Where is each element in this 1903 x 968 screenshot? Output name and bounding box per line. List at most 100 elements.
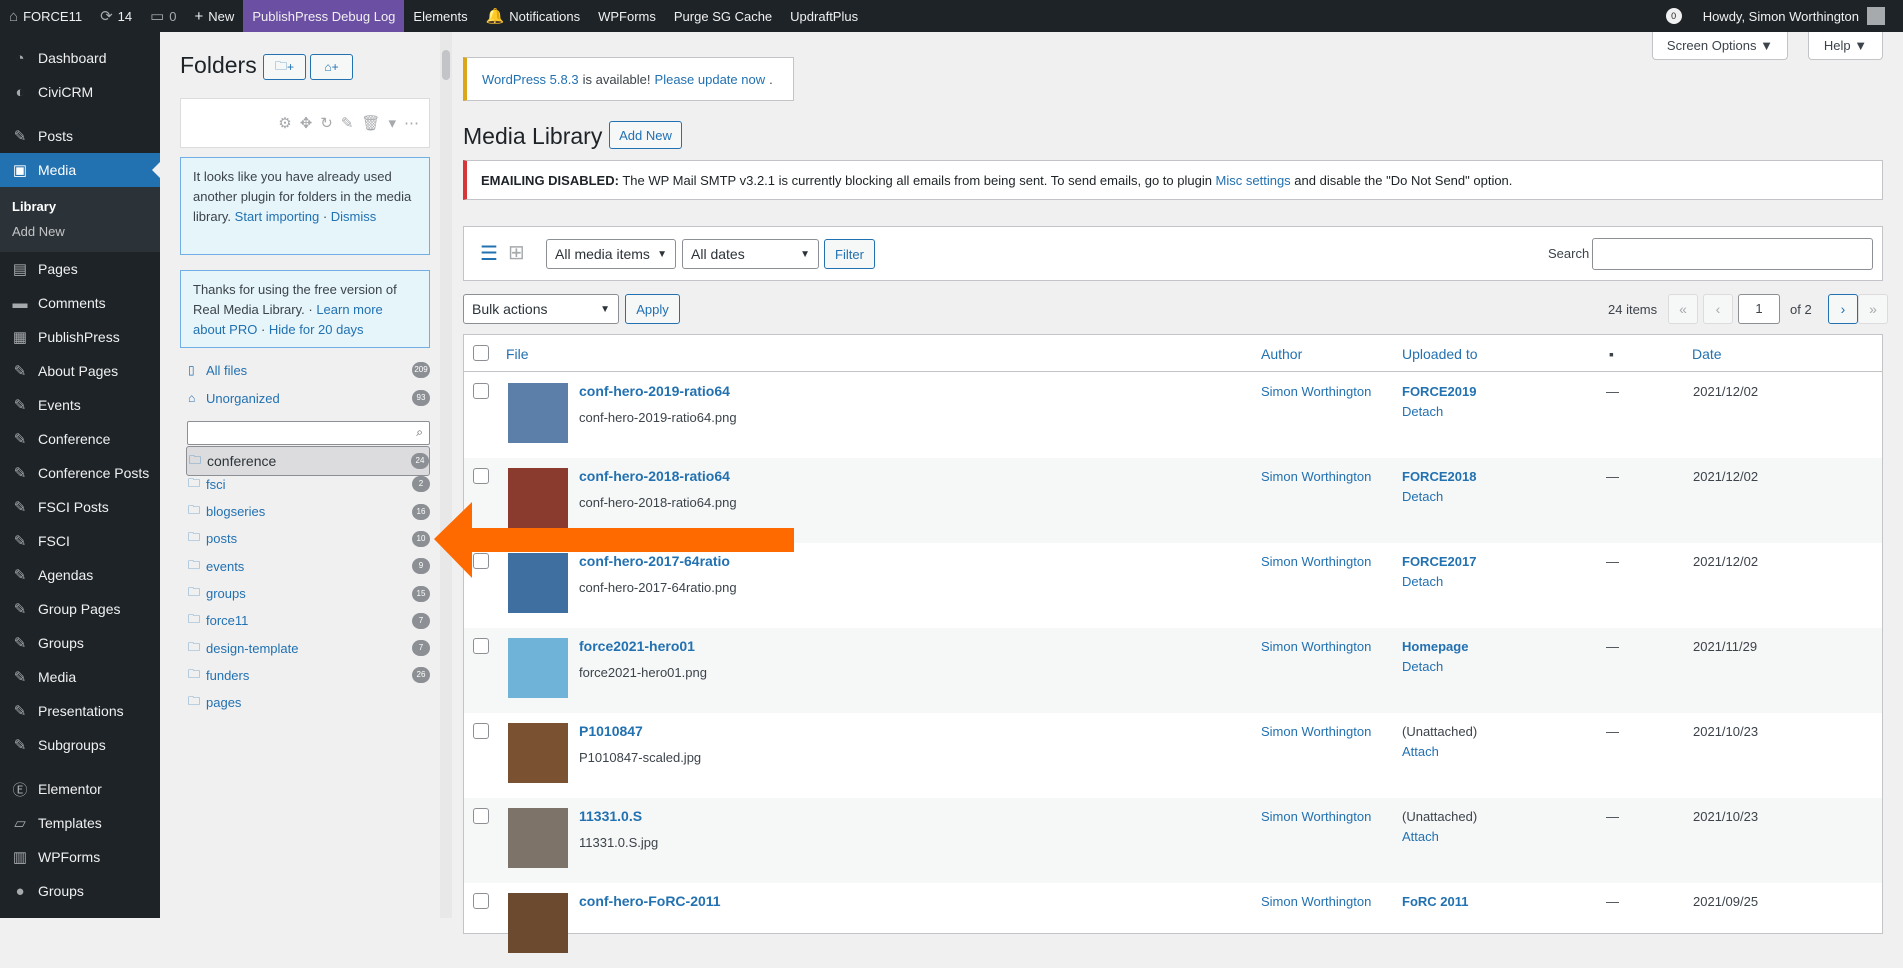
menu-group-pages[interactable]: ✎ Group Pages (0, 592, 160, 626)
dismiss-link[interactable]: Dismiss (331, 209, 377, 224)
menu-presentations[interactable]: ✎ Presentations (0, 694, 160, 728)
hide-20-days-link[interactable]: Hide for 20 days (269, 322, 364, 337)
wordpress-version-link[interactable]: WordPress 5.8.3 (482, 72, 579, 87)
select-all-checkbox[interactable] (473, 345, 489, 361)
edit-icon[interactable]: ✎ (341, 114, 354, 132)
thumbnail[interactable] (508, 893, 568, 953)
attach-detach-link[interactable]: Detach (1402, 404, 1443, 419)
my-account-link[interactable]: Howdy, Simon Worthington (1694, 0, 1903, 32)
file-title-link[interactable]: 11331.0.S (579, 808, 642, 824)
more-icon[interactable]: ⋯ (404, 114, 419, 132)
author-link[interactable]: Simon Worthington (1261, 894, 1371, 909)
settings-icon[interactable]: ⚙ (278, 114, 291, 132)
file-title-link[interactable]: force2021-hero01 (579, 638, 695, 654)
menu-about-pages[interactable]: ✎ About Pages (0, 354, 160, 388)
screen-options-button[interactable]: Screen Options ▼ (1651, 32, 1788, 60)
folder-item-blogseries[interactable]: 🗀 blogseries 16 (188, 501, 430, 523)
unorganized-item[interactable]: ⌂ Unorganized 93 (188, 387, 430, 409)
row-checkbox[interactable] (473, 468, 489, 484)
menu-posts[interactable]: ✎ Posts (0, 119, 160, 153)
menu-conference-posts[interactable]: ✎ Conference Posts (0, 456, 160, 490)
folder-item-fsci[interactable]: 🗀 fsci 2 (188, 473, 430, 495)
help-button[interactable]: Help ▼ (1808, 32, 1883, 60)
author-link[interactable]: Simon Worthington (1261, 384, 1371, 399)
thumbnail[interactable] (508, 808, 568, 868)
menu-fsci[interactable]: ✎ FSCI (0, 524, 160, 558)
misc-settings-link[interactable]: Misc settings (1216, 173, 1291, 188)
menu-groups-2[interactable]: ● Groups (0, 874, 160, 908)
wpforms-link[interactable]: WPForms (589, 0, 665, 32)
new-collection-button[interactable]: ⌂ + (310, 54, 353, 80)
updraftplus-link[interactable]: UpdraftPlus (781, 0, 867, 32)
folder-search-input[interactable]: ⌕ (187, 421, 430, 445)
next-page-button[interactable]: › (1828, 294, 1858, 324)
bulk-actions-select[interactable]: Bulk actions ▼ (463, 294, 619, 324)
all-files-item[interactable]: ▯ All files 209 (188, 359, 430, 381)
folder-item-force11[interactable]: 🗀 force11 7 (188, 610, 430, 632)
start-importing-link[interactable]: Start importing (235, 209, 320, 224)
thumbnail[interactable] (508, 383, 568, 443)
row-checkbox[interactable] (473, 893, 489, 909)
menu-civicrm[interactable]: ◐ CiviCRM (0, 75, 160, 109)
folder-item-groups[interactable]: 🗀 groups 15 (188, 583, 430, 605)
menu-agendas[interactable]: ✎ Agendas (0, 558, 160, 592)
folder-item-conference[interactable]: 🗀 conference 24 (186, 446, 430, 476)
menu-wpforms[interactable]: ▥ WPForms (0, 840, 160, 874)
author-link[interactable]: Simon Worthington (1261, 554, 1371, 569)
add-new-button[interactable]: Add New (609, 121, 682, 149)
col-uploaded-to[interactable]: Uploaded to (1402, 346, 1478, 362)
comment-icon[interactable]: ▪ (1609, 346, 1614, 362)
folder-item-funders[interactable]: 🗀 funders 26 (188, 664, 430, 686)
menu-comments[interactable]: ▬ Comments (0, 286, 160, 320)
elements-link[interactable]: Elements (404, 0, 476, 32)
author-link[interactable]: Simon Worthington (1261, 809, 1371, 824)
menu-dashboard[interactable]: ◔ Dashboard (0, 41, 160, 75)
uploaded-to[interactable]: FORCE2018 (1402, 469, 1476, 484)
move-icon[interactable]: ✥ (300, 114, 313, 132)
file-title-link[interactable]: conf-hero-2019-ratio64 (579, 383, 730, 399)
attach-detach-link[interactable]: Detach (1402, 489, 1443, 504)
filter-button[interactable]: Filter (824, 239, 875, 269)
attach-detach-link[interactable]: Detach (1402, 574, 1443, 589)
menu-groups[interactable]: ✎ Groups (0, 626, 160, 660)
notifications-link[interactable]: 🔔 Notifications (477, 0, 590, 32)
attach-detach-link[interactable]: Attach (1402, 744, 1439, 759)
submenu-library[interactable]: Library (0, 194, 160, 219)
update-now-link[interactable]: Please update now (655, 72, 766, 87)
menu-events[interactable]: ✎ Events (0, 388, 160, 422)
row-checkbox[interactable] (473, 808, 489, 824)
panel-resizer[interactable] (440, 32, 452, 918)
folder-item-events[interactable]: 🗀 events 9 (188, 555, 430, 577)
site-name-link[interactable]: ⌂ FORCE11 (0, 0, 91, 32)
notification-count-badge[interactable]: 0 (1665, 8, 1682, 24)
first-page-button[interactable]: « (1668, 294, 1698, 324)
apply-button[interactable]: Apply (625, 294, 680, 324)
purge-cache-link[interactable]: Purge SG Cache (665, 0, 781, 32)
file-title-link[interactable]: P1010847 (579, 723, 643, 739)
new-folder-button[interactable]: 🗀 + (263, 54, 306, 80)
menu-pages[interactable]: ▤ Pages (0, 252, 160, 286)
attach-detach-link[interactable]: Attach (1402, 829, 1439, 844)
debug-log-link[interactable]: PublishPress Debug Log (243, 0, 405, 32)
row-checkbox[interactable] (473, 638, 489, 654)
uploaded-to[interactable]: FORCE2017 (1402, 554, 1476, 569)
folder-item-posts[interactable]: 🗀 posts 10 (188, 528, 430, 550)
thumbnail[interactable] (508, 638, 568, 698)
col-file[interactable]: File (506, 346, 529, 362)
menu-media[interactable]: ▣ Media (0, 153, 160, 187)
menu-fsci-posts[interactable]: ✎ FSCI Posts (0, 490, 160, 524)
menu-publishpress[interactable]: ▦ PublishPress (0, 320, 160, 354)
trash-icon[interactable]: 🗑 (361, 114, 380, 132)
menu-conference[interactable]: ✎ Conference (0, 422, 160, 456)
list-view-icon[interactable]: ☰ (480, 241, 498, 266)
row-checkbox[interactable] (473, 723, 489, 739)
date-select[interactable]: All dates ▼ (682, 239, 819, 269)
menu-subgroups[interactable]: ✎ Subgroups (0, 728, 160, 762)
menu-media-cpt[interactable]: ✎ Media (0, 660, 160, 694)
author-link[interactable]: Simon Worthington (1261, 724, 1371, 739)
submenu-add-new[interactable]: Add New (0, 219, 160, 244)
col-date[interactable]: Date (1692, 346, 1722, 362)
attach-detach-link[interactable]: Detach (1402, 659, 1443, 674)
new-content-link[interactable]: + New (186, 0, 244, 32)
refresh-icon[interactable]: ↻ (320, 114, 333, 132)
